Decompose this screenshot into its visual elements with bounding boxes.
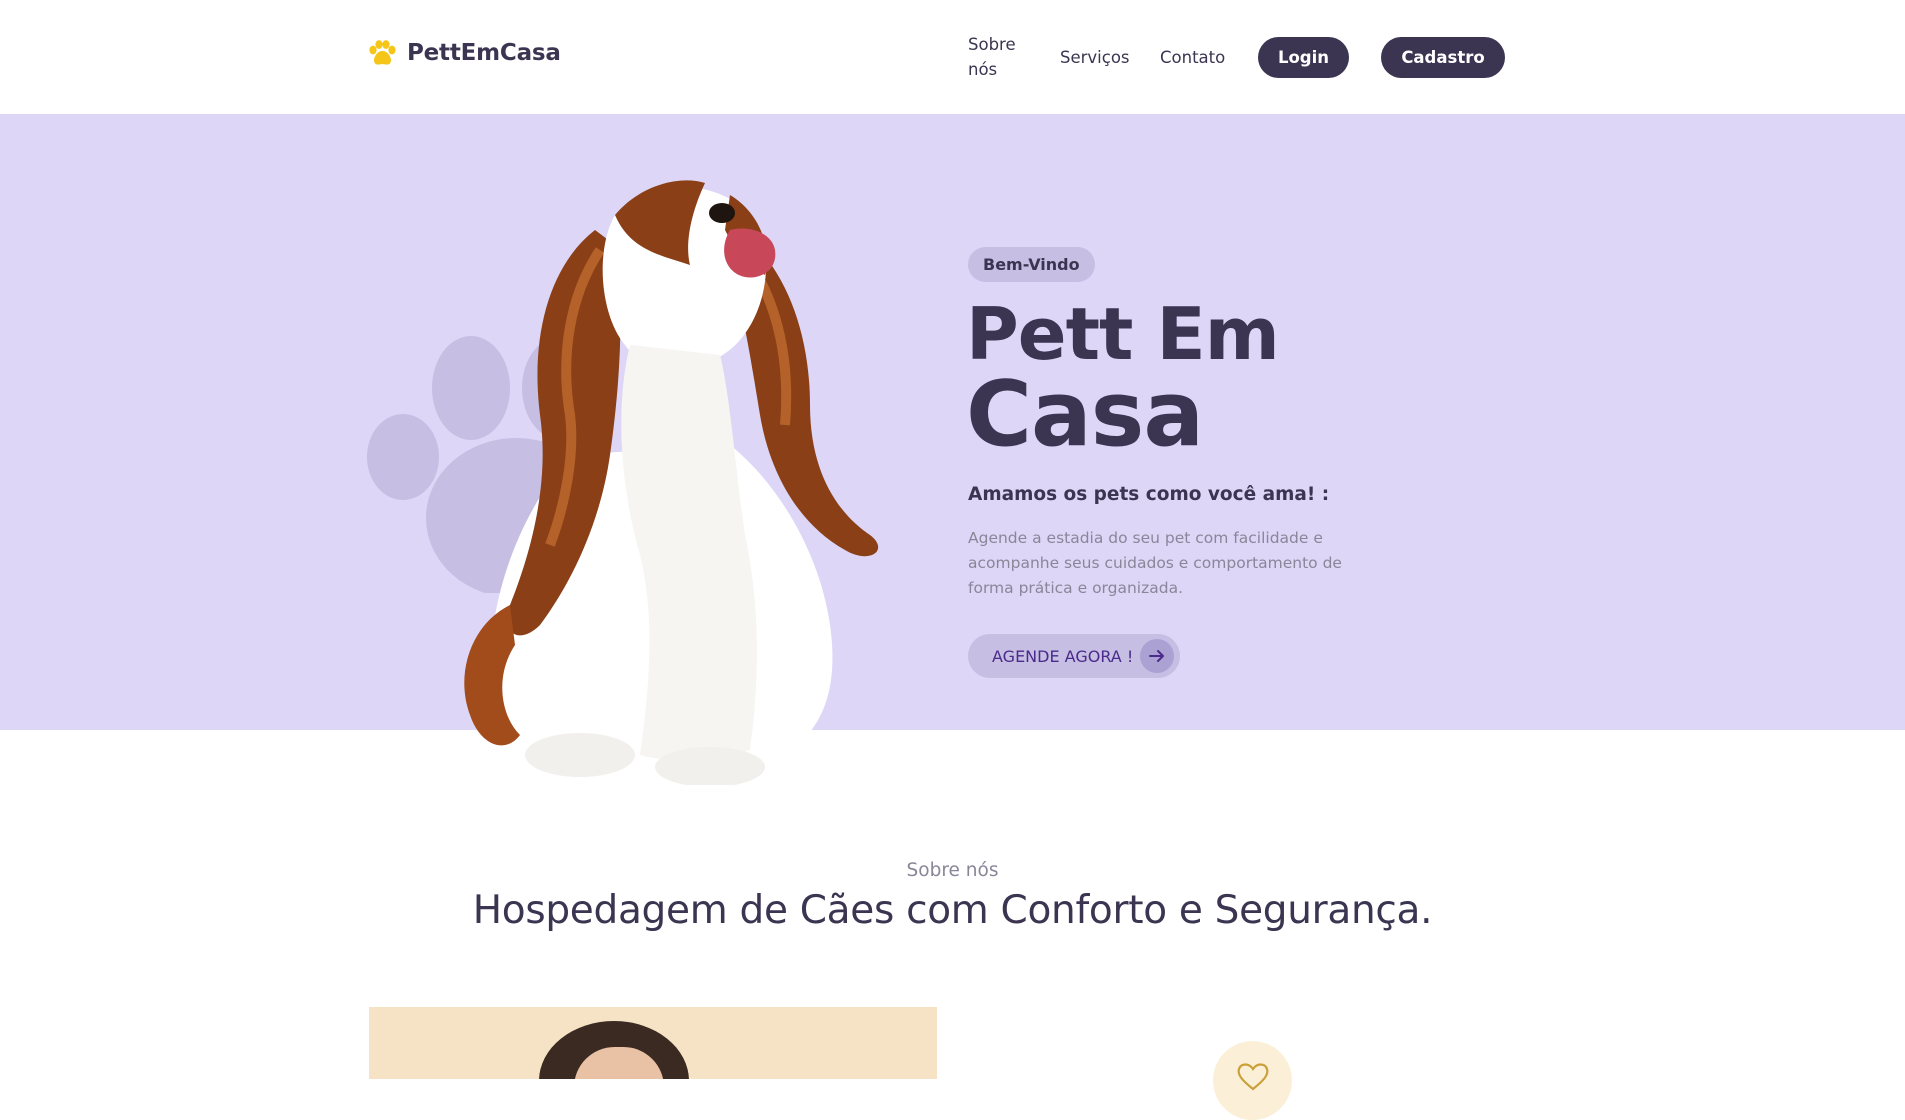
arrow-right-icon (1140, 639, 1174, 673)
dog-hero-image (400, 155, 920, 789)
schedule-now-button[interactable]: AGENDE AGORA ! (968, 634, 1180, 678)
hero-title-line1: Pett Em (966, 292, 1280, 376)
hero-title-line2: Casa (966, 362, 1204, 467)
about-photo (369, 1007, 937, 1079)
brand-name: PettEmCasa (407, 40, 561, 66)
about-eyebrow: Sobre nós (906, 860, 999, 881)
welcome-badge: Bem-Vindo (968, 247, 1095, 282)
site-header: PettEmCasa Sobre nós Serviços Contato Lo… (0, 0, 1905, 114)
schedule-now-label: AGENDE AGORA ! (992, 646, 1134, 666)
paw-icon (368, 40, 397, 66)
hero-section (0, 114, 1905, 730)
hero-title: Pett Em Casa (966, 292, 1280, 467)
about-title: Hospedagem de Cães com Conforto e Segura… (472, 888, 1433, 933)
signup-button[interactable]: Cadastro (1381, 37, 1505, 78)
nav-servicos[interactable]: Serviços (1060, 45, 1130, 70)
nav-contato[interactable]: Contato (1160, 45, 1225, 70)
feature-heart-icon (1213, 1041, 1292, 1120)
login-button[interactable]: Login (1258, 37, 1349, 78)
brand-logo[interactable]: PettEmCasa (368, 40, 561, 66)
hero-subtitle: Amamos os pets como você ama! : (968, 484, 1330, 505)
nav-sobre-nos[interactable]: Sobre nós (968, 32, 1038, 82)
hero-description: Agende a estadia do seu pet com facilida… (968, 529, 1342, 597)
